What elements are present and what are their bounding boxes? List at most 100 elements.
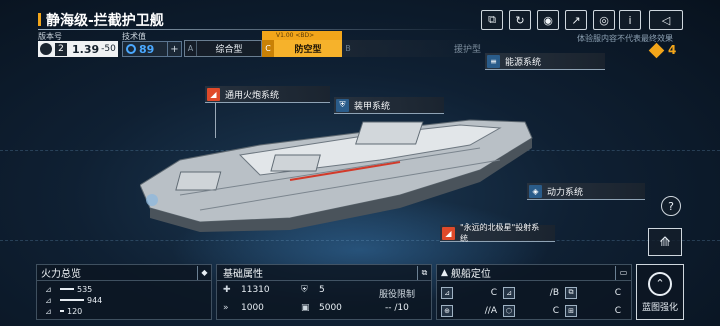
tab-variant-b-label: 援护型 [454,45,482,55]
armor-value: 5 [319,285,325,295]
position-value: /B [549,287,559,298]
ship-turret-mid [270,154,321,172]
refresh-icon[interactable]: ↻ [509,10,531,30]
energy-icon: ≡ [487,54,500,68]
version-icon [40,43,52,55]
title-bar: 静海级-拦截护卫舰 [38,10,478,30]
target-icon[interactable]: ◎ [593,10,615,30]
camera-icon[interactable]: ◉ [537,10,559,30]
system-energy-label: 能源系统 [505,57,542,68]
position-icon: ▲ [441,267,448,278]
enhance-icon: ⌃ [648,271,672,296]
fleet-view-icon: ⟰ [659,234,671,250]
position-expand-icon[interactable]: ▭ [615,265,631,280]
page-title: 静海级-拦截护卫舰 [46,13,164,29]
role-icon: ⧉ [565,286,577,299]
system-power[interactable]: ◈ 动力系统 [527,183,645,200]
ship-model[interactable] [140,100,540,235]
title-underline [38,29,478,30]
tab-variant-c[interactable]: V1.00 <BD> C 防空型 [262,31,342,57]
position-title: 舰船定位 [450,269,491,280]
version-rating-suffix: -50 [101,44,116,54]
tab-variant-b[interactable]: B 援护型 [342,40,482,57]
cargo-value: 5000 [319,303,342,313]
tab-variant-a-letter: A [185,41,197,56]
firepower-value: 535 [77,284,93,294]
ship-engine-glow [146,194,158,206]
tab-variant-a-label: 综合型 [215,45,243,55]
position-value: C [490,287,497,298]
tab-variant-c-label: 防空型 [294,45,322,55]
position-cell: ⊕ //A [441,302,497,319]
tab-variant-c-sub: V1.00 <BD> [276,32,315,39]
back-icon[interactable]: ◁ [649,10,683,30]
resource-count: 4 [668,43,677,57]
firepower-bar [60,299,84,301]
firepower-row: ⊿ 120 [45,304,211,318]
firepower-value: 944 [87,295,103,305]
ship-turret-front [175,171,222,191]
system-cannon-label: 通用火炮系统 [225,90,280,101]
info-icon[interactable]: i [619,10,641,30]
service-limit-value: -- /10 [385,303,409,313]
tab-variant-b-letter: B [345,44,351,53]
share-icon[interactable]: ⧉ [481,10,503,30]
weapon-icon: ⊿ [45,295,52,305]
firepower-panel: 火力总览 ◆ ⊿ 535 ⊿ 944 ⊿ 120 [36,264,212,320]
basic-panel: 基础属性 ⧉ ✚ 11310 ⛨ 5 » 1000 ▣ 5000 服役限制 --… [216,264,432,320]
cannon-icon: ◢ [207,87,220,101]
tech-block: 技术值 89 + [122,31,182,57]
armor-stat-icon: ⛨ [301,285,308,295]
basic-title: 基础属性 [223,269,263,280]
weapon-icon: ⊿ [45,306,52,316]
tab-variant-c-letter: C [262,40,274,57]
role-icon: ⬡ [503,304,515,317]
ship-tower [355,121,424,145]
weapon-icon: ⊿ [45,284,52,294]
role-icon: ⊞ [565,304,577,317]
hp-icon: ✚ [223,285,231,295]
position-cell: ⊿ /B [503,284,559,301]
position-cell: ⊿ C [441,284,497,301]
system-power-label: 动力系统 [547,187,584,198]
role-icon: ⊕ [441,304,453,317]
cargo-icon: ▣ [301,303,310,313]
position-panel: ▲ 舰船定位 ▭ ⊿ C ⊿ /B ⧉ C ⊕ //A ⬡ C ⊞ C [436,264,632,320]
version-number: 2 [55,42,67,56]
info-glyph: i [628,13,632,27]
title-marker [38,13,41,26]
speed-icon: » [223,303,229,313]
basic-expand-icon[interactable]: ⧉ [417,265,431,280]
firepower-bar [60,310,64,312]
position-cell: ⊞ C [565,302,621,319]
position-value: C [552,305,559,316]
position-cell: ⬡ C [503,302,559,319]
firepower-bar [60,288,74,290]
position-value: C [614,305,621,316]
service-limit-label: 服役限制 [379,290,416,300]
resource-icon [648,42,665,58]
tab-variant-a[interactable]: A 综合型 [184,40,262,57]
tech-value: 89 [139,42,155,56]
version-rating: 1.39 [72,42,100,56]
version-block: 版本号 2 1.39 -50 [38,31,118,57]
resource-counter: 4 [648,42,677,58]
firepower-title: 火力总览 [41,269,81,280]
toolbar: ⧉ ↻ ◉ ↗ ◎ i ◁ [481,10,711,32]
firepower-value: 120 [67,306,83,316]
tech-icon [126,44,136,54]
blueprint-enhance-button[interactable]: ⌃ 蓝图强化 [636,264,684,320]
help-button[interactable]: ? [661,196,681,216]
speed-value: 1000 [241,303,264,313]
enhance-label: 蓝图强化 [641,302,678,313]
hp-value: 11310 [241,285,270,295]
tech-add-icon[interactable]: + [167,42,181,56]
position-value: C [614,287,621,298]
system-energy[interactable]: ≡ 能源系统 [485,53,605,70]
position-value: //A [484,305,497,316]
position-cell: ⧉ C [565,284,621,301]
firepower-expand-icon[interactable]: ◆ [197,265,211,280]
fleet-view-button[interactable]: ⟰ [648,228,682,256]
export-icon[interactable]: ↗ [565,10,587,30]
role-icon: ⊿ [441,286,453,299]
